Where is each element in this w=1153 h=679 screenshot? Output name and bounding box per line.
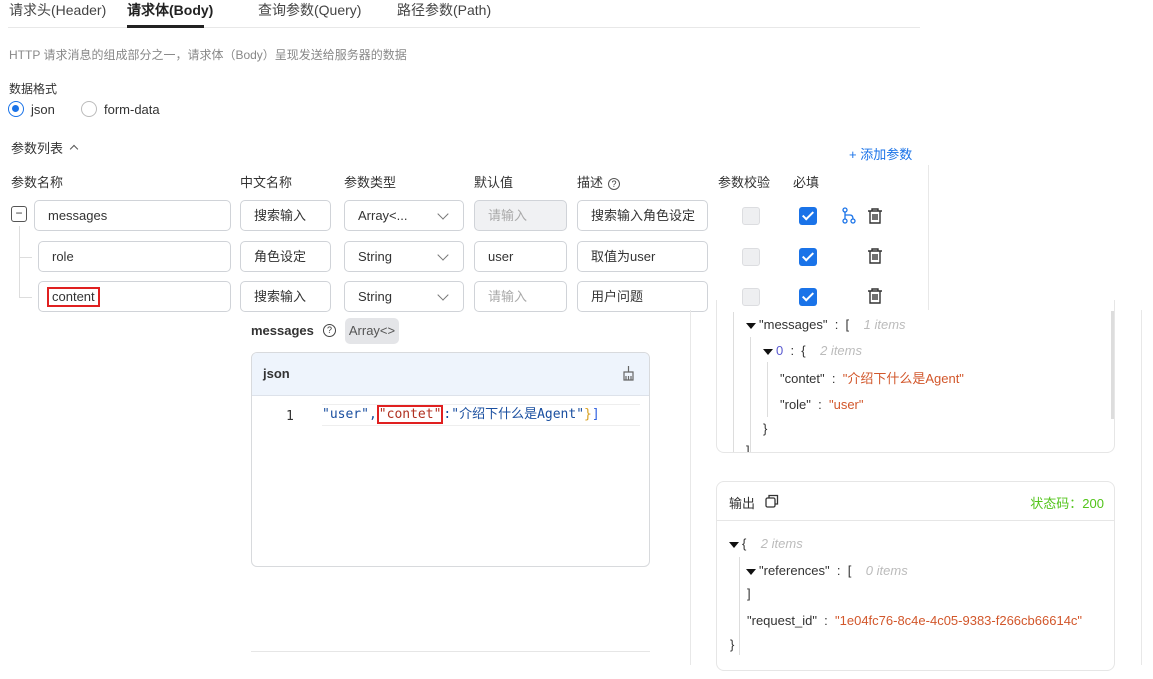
type-badge: Array<> [345,318,399,344]
col-header-validate: 参数校验 [718,175,771,190]
json-editor[interactable]: json 1 "user", "contet":"介绍下什么是Agent"}] [251,352,650,567]
body-description: HTTP 请求消息的组成部分之一，请求体（Body）呈现发送给服务器的数据 [9,48,407,62]
tree-line [19,226,32,258]
panel-border [690,310,691,665]
panel-border [1141,310,1142,665]
output-panel: 输出 状态码：200 { 2 items "references" : [ 0 … [716,481,1115,671]
param-cn-input[interactable]: 角色设定 [240,241,331,272]
highlighted-name: content [47,287,100,307]
radio-form-data-label[interactable]: form-data [104,102,160,117]
output-title: 输出 [729,496,756,511]
param-cn-input[interactable]: 搜索输入 [240,281,331,312]
col-header-cn: 中文名称 [240,175,293,190]
col-header-default: 默认值 [474,175,514,190]
highlighted-key: "contet" [376,405,444,424]
col-header-name: 参数名称 [11,175,64,190]
tab-active-indicator [127,25,204,28]
param-default-input[interactable]: user [474,241,567,272]
param-name-input[interactable]: messages [34,200,231,231]
editor-field-name: messages [251,323,314,338]
delete-icon[interactable] [867,247,883,264]
param-desc-input[interactable]: 取值为user [577,241,708,272]
clear-icon[interactable] [622,366,635,382]
param-name-input[interactable]: content [38,281,231,312]
param-name-input[interactable]: role [38,241,231,272]
tab-path[interactable]: 路径参数(Path) [397,0,491,20]
validate-checkbox[interactable] [742,207,760,225]
editor-lang: json [263,366,290,381]
required-checkbox[interactable] [799,248,817,266]
validate-checkbox[interactable] [742,248,760,266]
divider [251,651,650,652]
line-number: 1 [286,409,294,424]
param-type-select[interactable]: String [344,241,464,272]
add-child-icon[interactable] [842,207,856,224]
radio-json-label[interactable]: json [31,102,55,117]
tab-query[interactable]: 查询参数(Query) [258,0,361,20]
help-icon[interactable]: ? [323,324,336,337]
collapse-icon[interactable]: − [11,206,27,222]
col-header-desc: 描述? [577,172,621,191]
scrollbar[interactable] [1111,311,1114,419]
tab-body[interactable]: 请求体(Body) [127,0,213,20]
radio-form-data[interactable] [81,101,97,117]
param-cn-input[interactable]: 搜索输入 [240,200,331,231]
copy-icon[interactable] [765,494,779,508]
col-header-required: 必填 [793,175,820,190]
param-type-select[interactable]: String [344,281,464,312]
required-checkbox[interactable] [799,207,817,225]
divider [928,165,929,310]
param-desc-input[interactable]: 搜索输入角色设定 [577,200,708,231]
param-list-title: 参数列表 [11,141,64,156]
param-default-input[interactable]: 请输入 [474,281,567,312]
add-param-button[interactable]: + 添加参数 [849,144,912,163]
status-code: 状态码：200 [1030,496,1104,511]
param-default-input: 请输入 [474,200,567,231]
param-type-select[interactable]: Array<... [344,200,464,231]
format-label: 数据格式 [9,82,58,96]
col-header-type: 参数类型 [344,175,397,190]
chevron-up-icon [69,144,79,154]
input-preview: "messages" : [ 1 items 0 : { 2 items "co… [716,300,1115,453]
radio-json[interactable] [8,101,24,117]
param-list-toggle[interactable]: 参数列表 [11,138,79,157]
tree-line [19,258,32,298]
delete-icon[interactable] [867,207,883,224]
code-line[interactable]: "user", "contet":"介绍下什么是Agent"}] [322,404,640,426]
help-icon[interactable]: ? [608,178,621,190]
param-desc-input[interactable]: 用户问题 [577,281,708,312]
tab-header[interactable]: 请求头(Header) [9,0,106,20]
